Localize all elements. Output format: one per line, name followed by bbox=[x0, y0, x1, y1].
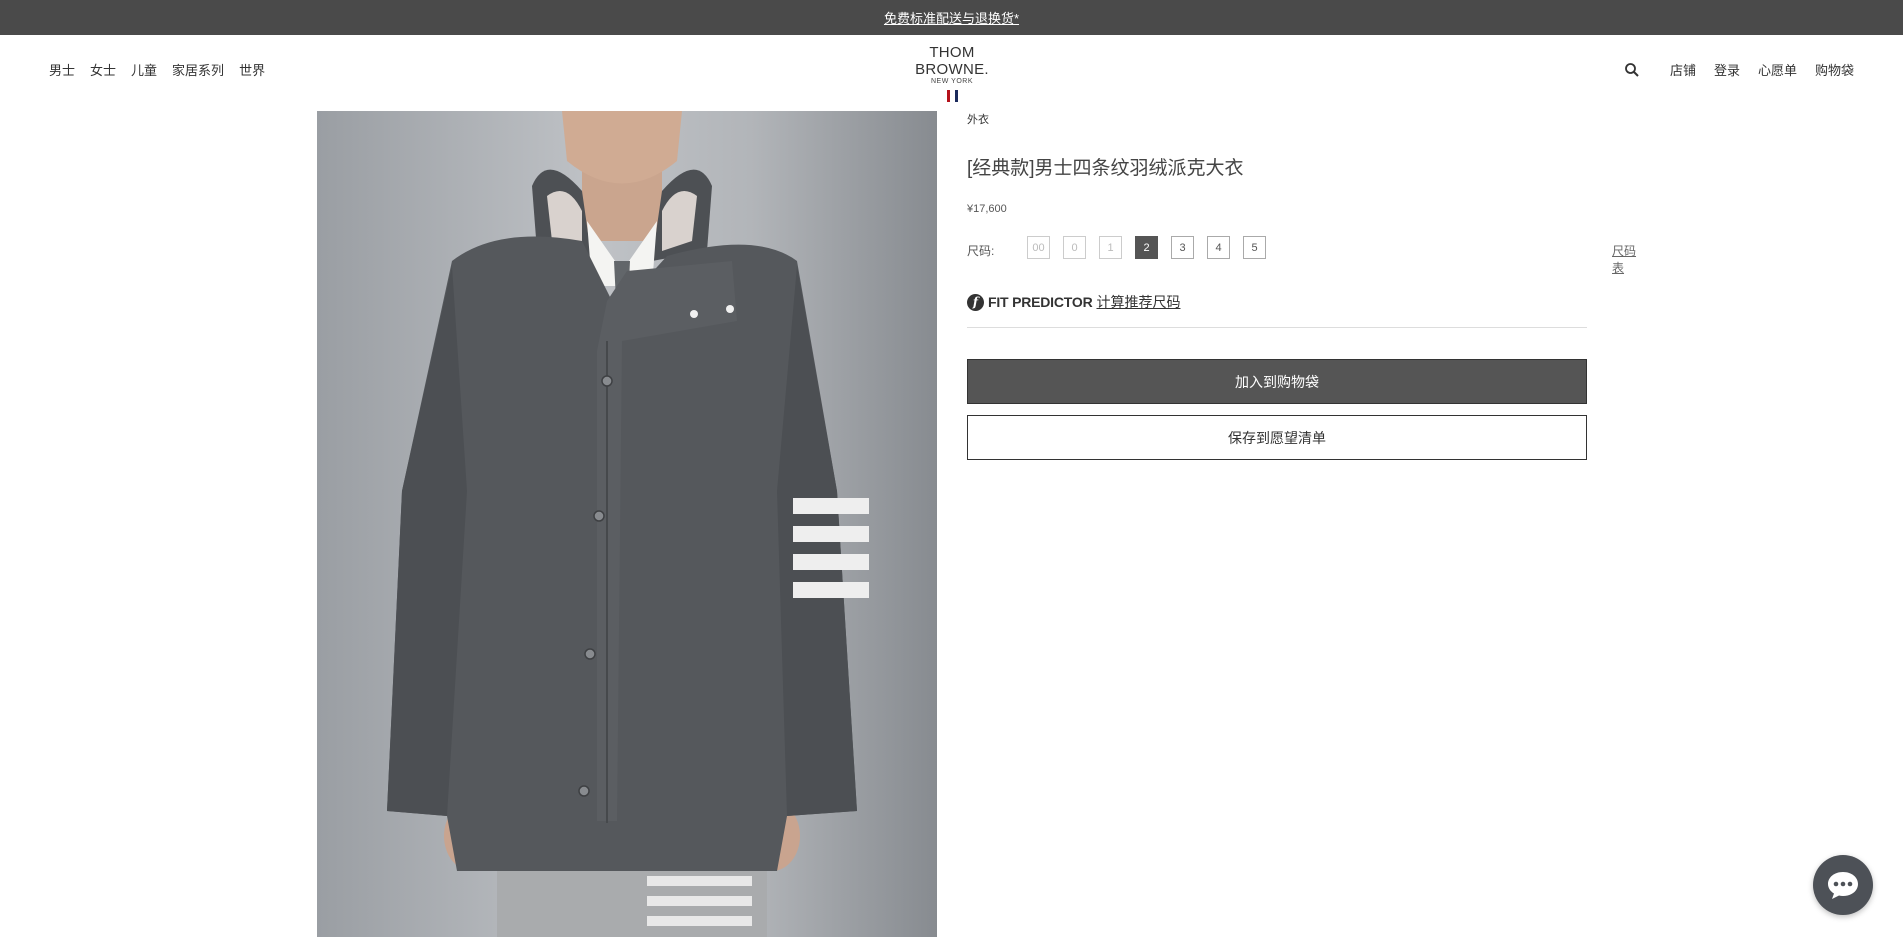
nav-stores[interactable]: 店铺 bbox=[1670, 60, 1696, 79]
size-option-5[interactable]: 5 bbox=[1243, 236, 1266, 259]
nav-item-kids[interactable]: 儿童 bbox=[131, 60, 157, 79]
fit-predictor-icon: f bbox=[967, 293, 984, 311]
nav-item-home[interactable]: 家居系列 bbox=[172, 60, 224, 79]
size-option-0[interactable]: 0 bbox=[1063, 236, 1086, 259]
fit-predictor-brand: FIT PREDICTOR bbox=[988, 294, 1093, 310]
add-to-bag-button[interactable]: 加入到购物袋 bbox=[967, 359, 1587, 404]
product-category[interactable]: 外衣 bbox=[967, 111, 1647, 127]
parka-illustration bbox=[387, 111, 869, 937]
logo-brand-text: THOM BROWNE. bbox=[915, 44, 989, 78]
size-option-00[interactable]: 00 bbox=[1027, 236, 1050, 259]
logo-city-text: NEW YORK bbox=[931, 78, 973, 85]
site-header: 男士 女士 儿童 家居系列 世界 THOM BROWNE. NEW YORK 店… bbox=[0, 35, 1903, 110]
tricolor-flag-icon bbox=[897, 90, 1007, 102]
search-icon[interactable] bbox=[1624, 62, 1640, 78]
chat-button[interactable] bbox=[1813, 855, 1873, 915]
nav-item-world[interactable]: 世界 bbox=[239, 60, 265, 79]
chat-icon bbox=[1828, 872, 1858, 899]
product-details: 外衣 [经典款]男士四条纹羽绒派克大衣 ¥17,600 尺码: 00 0 1 2… bbox=[967, 111, 1647, 460]
brand-logo[interactable]: THOM BROWNE. NEW YORK bbox=[897, 44, 1007, 102]
size-option-1[interactable]: 1 bbox=[1099, 236, 1122, 259]
nav-shopping-bag[interactable]: 购物袋 bbox=[1815, 60, 1854, 79]
product-title: [经典款]男士四条纹羽绒派克大衣 bbox=[967, 158, 1244, 179]
fit-predictor-link[interactable]: 计算推荐尺码 bbox=[1096, 292, 1180, 312]
nav-item-women[interactable]: 女士 bbox=[90, 60, 116, 79]
size-option-4[interactable]: 4 bbox=[1207, 236, 1230, 259]
nav-item-men[interactable]: 男士 bbox=[49, 60, 75, 79]
primary-nav: 男士 女士 儿童 家居系列 世界 bbox=[49, 60, 265, 79]
size-label: 尺码: bbox=[967, 244, 995, 258]
divider bbox=[967, 327, 1587, 328]
fit-predictor: f FIT PREDICTOR 计算推荐尺码 bbox=[967, 292, 1180, 312]
account-nav: 店铺 登录 心愿单 购物袋 bbox=[1670, 60, 1854, 79]
promo-banner: 免费标准配送与退换货* bbox=[0, 0, 1903, 35]
size-chart-link[interactable]: 尺码表 bbox=[1612, 242, 1647, 276]
promo-banner-link[interactable]: 免费标准配送与退换货* bbox=[884, 8, 1019, 27]
product-price: ¥17,600 bbox=[967, 203, 1007, 215]
nav-wishlist[interactable]: 心愿单 bbox=[1758, 60, 1797, 79]
product-image[interactable] bbox=[317, 111, 937, 937]
nav-login[interactable]: 登录 bbox=[1714, 60, 1740, 79]
size-option-2[interactable]: 2 bbox=[1135, 236, 1158, 259]
save-to-wishlist-button[interactable]: 保存到愿望清单 bbox=[967, 415, 1587, 460]
size-selector: 00 0 1 2 3 4 5 bbox=[1027, 236, 1266, 259]
size-option-3[interactable]: 3 bbox=[1171, 236, 1194, 259]
